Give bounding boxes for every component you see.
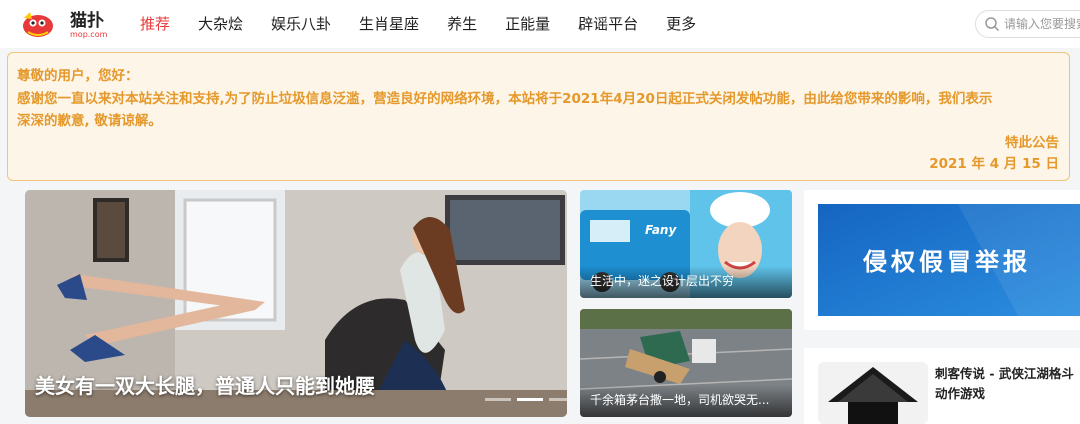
site-logo[interactable]: 猫扑 mop.com [20, 6, 120, 42]
news-thumb-1[interactable]: Fany 生活中，迷之设计层出不穷 [580, 190, 792, 298]
search-box[interactable] [975, 10, 1080, 38]
carousel-indicators [485, 398, 567, 401]
nav-item-rumor-refute[interactable]: 辟谣平台 [564, 0, 652, 48]
news-thumb-2[interactable]: 千余箱茅台撒一地，司机欲哭无... [580, 309, 792, 417]
carousel-dot[interactable] [549, 398, 567, 401]
logo-text: 猫扑 [70, 10, 104, 31]
featured-carousel[interactable]: 美女有一双大长腿，普通人只能到她腰 [25, 190, 567, 417]
game-ad-image[interactable] [818, 362, 928, 424]
report-banner[interactable]: 侵权假冒举报 [818, 204, 1080, 316]
game-ad-title[interactable]: 刺客传说 - 武侠江湖格斗动作游戏 [935, 364, 1075, 404]
nav-item-zodiac[interactable]: 生肖星座 [345, 0, 433, 48]
carousel-dot[interactable] [485, 398, 511, 401]
notice-greeting: 尊敬的用户，您好： [17, 68, 139, 84]
nav-item-miscellany[interactable]: 大杂烩 [184, 0, 257, 48]
notice-signature: 特此公告 [1005, 135, 1059, 151]
news-thumb-1-caption[interactable]: 生活中，迷之设计层出不穷 [580, 266, 792, 298]
nav-item-entertainment[interactable]: 娱乐八卦 [257, 0, 345, 48]
nav-item-positive-energy[interactable]: 正能量 [491, 0, 564, 48]
notice-body-line2: 深深的歉意, 敬请谅解。 [17, 113, 162, 129]
nav-item-health[interactable]: 养生 [433, 0, 491, 48]
notice-date: 2021 年 4 月 15 日 [929, 156, 1059, 172]
main-nav: 推荐 大杂烩 娱乐八卦 生肖星座 养生 正能量 辟谣平台 更多 [126, 0, 710, 48]
top-header: 猫扑 mop.com 推荐 大杂烩 娱乐八卦 生肖星座 养生 正能量 辟谣平台 … [0, 0, 1080, 48]
search-icon[interactable] [984, 16, 1000, 32]
page: 猫扑 mop.com 推荐 大杂烩 娱乐八卦 生肖星座 养生 正能量 辟谣平台 … [0, 0, 1080, 424]
nav-item-recommend[interactable]: 推荐 [126, 0, 184, 48]
news-thumb-2-caption[interactable]: 千余箱茅台撒一地，司机欲哭无... [580, 385, 792, 417]
search-input[interactable] [1004, 17, 1080, 31]
nav-item-more[interactable]: 更多 [652, 0, 710, 48]
assassin-hat-icon [818, 362, 928, 424]
logo-subtext: mop.com [70, 30, 108, 39]
featured-caption[interactable]: 美女有一双大长腿，普通人只能到她腰 [35, 370, 375, 399]
carousel-dot-active[interactable] [517, 398, 543, 401]
report-banner-text[interactable]: 侵权假冒举报 [863, 242, 1031, 277]
svg-text:Fany: Fany [645, 223, 677, 237]
notice-body-line1: 感谢您一直以来对本站关注和支持,为了防止垃圾信息泛滥，营造良好的网络环境，本站将… [17, 91, 993, 107]
closure-notice: 尊敬的用户，您好： 感谢您一直以来对本站关注和支持,为了防止垃圾信息泛滥，营造良… [7, 52, 1070, 181]
